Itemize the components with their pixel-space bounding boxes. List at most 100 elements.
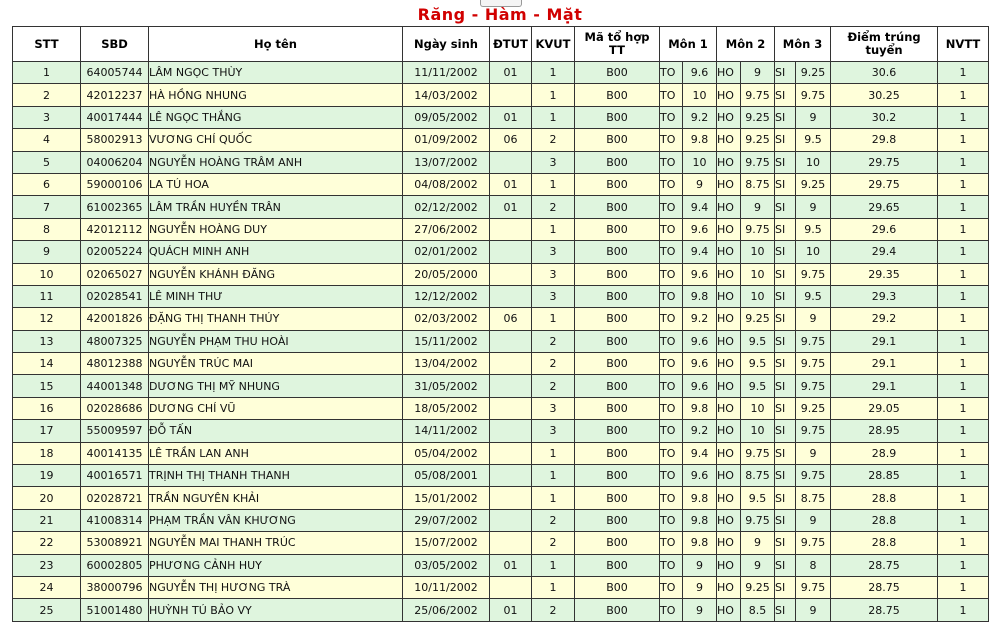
cell-kvut: 3 <box>531 150 575 174</box>
cell-subject-2: HO <box>716 83 742 107</box>
cell-subject-2: HO <box>716 396 742 421</box>
cell-stt: 24 <box>12 575 81 600</box>
cell-kvut: 1 <box>531 575 575 600</box>
cell-subject-2: HO <box>716 105 742 130</box>
header-row: STT SBD Họ tên Ngày sinh ĐTUT KVUT Mã tổ… <box>12 26 990 62</box>
cell-name: QUÁCH MINH ANH <box>148 240 403 264</box>
cell-subject-1: TO <box>659 486 683 510</box>
page-title: Răng - Hàm - Mặt <box>417 5 583 24</box>
cell-score-1: 9.4 <box>681 240 718 264</box>
cell-score-3: 9.75 <box>795 262 832 286</box>
cell-score-3: 9.25 <box>795 172 832 197</box>
cell-total-score: 28.85 <box>830 464 939 488</box>
cell-combo: B00 <box>574 396 660 421</box>
cell-nvtt: 1 <box>937 195 990 219</box>
cell-sbd: 58002913 <box>80 128 149 152</box>
cell-score-1: 9.6 <box>681 262 718 286</box>
cell-combo: B00 <box>574 531 660 555</box>
cell-subject-1: TO <box>659 419 683 443</box>
cell-dtut <box>489 508 532 533</box>
cell-nvtt: 1 <box>937 284 990 309</box>
cell-subject-1: TO <box>659 374 683 398</box>
cell-sbd: 02065027 <box>80 262 149 286</box>
cell-dob: 11/11/2002 <box>402 60 490 85</box>
table-row: 25 51001480 HUỲNH TÚ BẢO VY 25/06/2002 01 2 B0… <box>12 598 990 622</box>
table-row: 3 40017444 LÊ NGỌC THẮNG 09/05/2002 01 1 B00 TO… <box>12 105 990 130</box>
cell-score-2: 9 <box>740 195 776 219</box>
cell-score-3: 8 <box>795 553 832 577</box>
cell-score-1: 9 <box>681 553 718 577</box>
cell-sbd: 51001480 <box>80 598 149 622</box>
cell-stt: 2 <box>12 83 81 107</box>
admission-table: STT SBD Họ tên Ngày sinh ĐTUT KVUT Mã tổ… <box>12 26 990 622</box>
cell-kvut: 2 <box>531 329 575 354</box>
cell-total-score: 30.25 <box>830 83 939 107</box>
cell-nvtt: 1 <box>937 396 990 421</box>
cell-sbd: 02028686 <box>80 396 149 421</box>
cell-score-3: 10 <box>795 240 832 264</box>
cell-stt: 22 <box>12 531 81 555</box>
cell-score-3: 9.75 <box>795 464 832 488</box>
cell-score-2: 9.75 <box>740 441 776 466</box>
cell-dob: 02/01/2002 <box>402 240 490 264</box>
col-header-mon2: Môn 2 <box>716 26 776 62</box>
cell-score-2: 9.75 <box>740 217 776 242</box>
col-header-name: Họ tên <box>148 26 403 62</box>
cell-score-3: 8.75 <box>795 486 832 510</box>
cell-kvut: 2 <box>531 531 575 555</box>
cell-nvtt: 1 <box>937 150 990 174</box>
cell-combo: B00 <box>574 195 660 219</box>
table-row: 5 04006204 NGUYỄN HOÀNG TRÂM ANH 13/07/2002… <box>12 150 990 174</box>
cell-total-score: 28.75 <box>830 553 939 577</box>
cell-score-1: 9 <box>681 172 718 197</box>
cell-total-score: 28.8 <box>830 531 939 555</box>
cell-total-score: 29.75 <box>830 150 939 174</box>
cell-sbd: 48007325 <box>80 329 149 354</box>
cell-combo: B00 <box>574 575 660 600</box>
cell-dtut: 01 <box>489 105 532 130</box>
cell-stt: 3 <box>12 105 81 130</box>
cell-stt: 6 <box>12 172 81 197</box>
cell-total-score: 30.2 <box>830 105 939 130</box>
table-row: 7 61002365 LÂM TRẦN HUYỀN TRÂN 02/12/2002 01… <box>12 195 990 219</box>
cell-subject-2: HO <box>716 352 742 376</box>
table-row: 13 48007325 NGUYỄN PHẠM THU HOÀI 15/11/2002… <box>12 329 990 354</box>
col-header-sbd: SBD <box>80 26 149 62</box>
cell-score-2: 9 <box>740 553 776 577</box>
cell-subject-3: SI <box>774 240 797 264</box>
cell-dtut <box>489 575 532 600</box>
cell-dob: 27/06/2002 <box>402 217 490 242</box>
cell-stt: 25 <box>12 598 81 622</box>
cell-nvtt: 1 <box>937 441 990 466</box>
col-header-dob: Ngày sinh <box>402 26 490 62</box>
cell-kvut: 2 <box>531 352 575 376</box>
cell-nvtt: 1 <box>937 329 990 354</box>
cell-score-2: 9.25 <box>740 575 776 600</box>
cell-dob: 02/12/2002 <box>402 195 490 219</box>
cell-dtut <box>489 262 532 286</box>
cell-subject-2: HO <box>716 464 742 488</box>
cell-score-1: 9.4 <box>681 441 718 466</box>
cell-stt: 21 <box>12 508 81 533</box>
cell-sbd: 02028541 <box>80 284 149 309</box>
cell-dob: 14/03/2002 <box>402 83 490 107</box>
cell-subject-2: HO <box>716 553 742 577</box>
cell-kvut: 2 <box>531 128 575 152</box>
table-row: 1 64005744 LÂM NGỌC THÙY 11/11/2002 01 1 B00 TO… <box>12 60 990 85</box>
cell-name: PHẠM TRẦN VÂN KHƯƠNG <box>148 508 403 533</box>
cell-subject-3: SI <box>774 396 797 421</box>
cell-subject-2: HO <box>716 374 742 398</box>
cell-combo: B00 <box>574 352 660 376</box>
cell-kvut: 2 <box>531 374 575 398</box>
cell-total-score: 29.35 <box>830 262 939 286</box>
cell-score-2: 9 <box>740 60 776 85</box>
cell-dob: 15/01/2002 <box>402 486 490 510</box>
cell-name: LÂM TRẦN HUYỀN TRÂN <box>148 195 403 219</box>
cell-subject-1: TO <box>659 329 683 354</box>
cell-total-score: 28.95 <box>830 419 939 443</box>
cell-nvtt: 1 <box>937 307 990 331</box>
cell-dtut: 06 <box>489 307 532 331</box>
cell-score-1: 9.8 <box>681 284 718 309</box>
table-row: 24 38000796 NGUYỄN THỊ HƯƠNG TRÀ 10/11/2002… <box>12 575 990 600</box>
cell-combo: B00 <box>574 441 660 466</box>
